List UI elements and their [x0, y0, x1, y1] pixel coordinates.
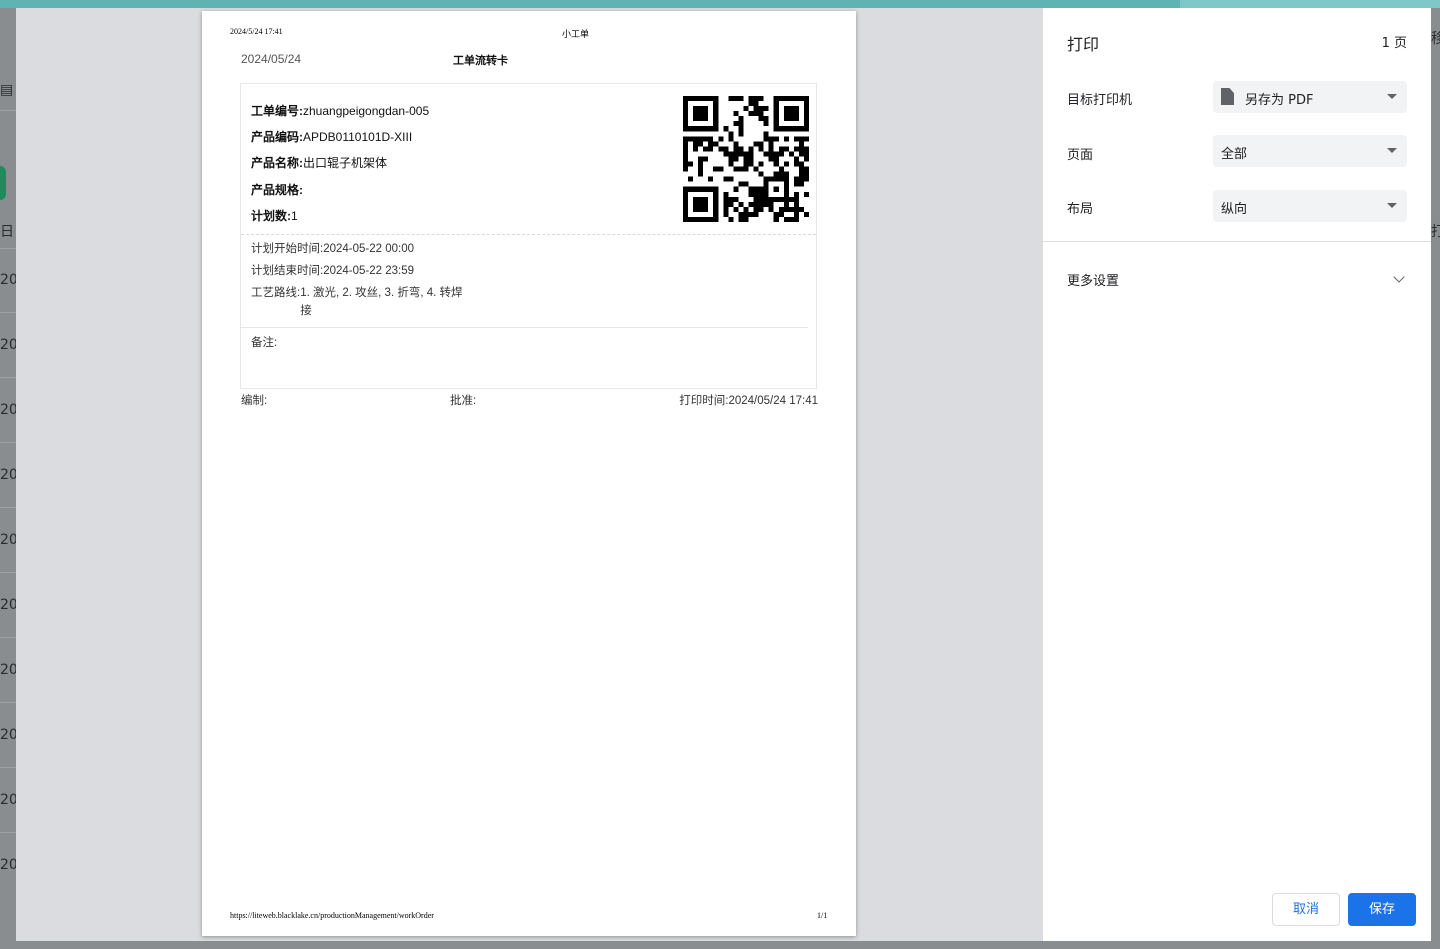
field-label: 计划开始时间:: [251, 243, 324, 255]
background-text: 打: [1431, 224, 1440, 240]
background-text: 移: [1431, 31, 1440, 47]
qr-code: [683, 96, 809, 222]
divider: [241, 327, 808, 328]
background-app-header-accent: [1180, 0, 1440, 8]
background-divider: [0, 507, 16, 508]
dropdown-caret-icon: [1387, 148, 1397, 153]
page-header-datetime: 2024/5/24 17:41: [230, 27, 283, 36]
plan-start-time: 计划开始时间:2024-05-22 00:00: [251, 240, 414, 256]
dropdown-caret-icon: [1387, 203, 1397, 208]
print-preview-area[interactable]: 2024/5/24 17:41 小工单 2024/05/24 工单流转卡 工单编…: [16, 8, 1043, 941]
layout-label: 布局: [1067, 202, 1094, 217]
page-header-title: 小工单: [562, 29, 590, 39]
background-text: 20: [0, 272, 16, 288]
field-value: 1: [291, 209, 298, 223]
background-divider: [0, 442, 16, 443]
work-order-card: 工单编号:zhuangpeigongdan-005 产品编码:APDB01101…: [240, 83, 817, 389]
background-text: 20: [0, 597, 16, 613]
background-divider: [0, 248, 16, 249]
chevron-down-icon[interactable]: [1393, 271, 1405, 283]
pages-label: 页面: [1067, 148, 1094, 163]
field-label: 打印时间:: [679, 395, 729, 407]
field-label: 计划结束时间:: [251, 265, 324, 277]
background-app-right-edge: 移 打: [1431, 8, 1440, 941]
approved-by-label: 批准:: [450, 395, 477, 407]
background-text: 20: [0, 337, 16, 353]
field-value: 2024/05/24 17:41: [728, 395, 818, 407]
background-text: 20: [0, 467, 16, 483]
background-text: 20: [0, 662, 16, 678]
background-divider: [0, 377, 16, 378]
field-value: 出口辊子机架体: [303, 156, 388, 170]
background-divider: [0, 767, 16, 768]
destination-value: 另存为 PDF: [1245, 93, 1314, 108]
more-settings-toggle[interactable]: 更多设置: [1067, 270, 1119, 289]
dropdown-caret-icon: [1387, 94, 1397, 99]
background-text: 20: [0, 532, 16, 548]
process-route: 工艺路线: 1. 激光, 2. 攻丝, 3. 折弯, 4. 转焊接: [251, 284, 491, 320]
field-value: zhuangpeigongdan-005: [303, 104, 430, 118]
plan-end-time: 计划结束时间:2024-05-22 23:59: [251, 262, 414, 278]
background-app-bottom-edge: [0, 941, 1440, 949]
background-divider: [0, 572, 16, 573]
save-button[interactable]: 保存: [1348, 893, 1416, 926]
work-order-number: 工单编号:zhuangpeigongdan-005: [251, 102, 429, 119]
field-label: 工艺路线:: [251, 287, 301, 299]
field-value: APDB0110101D-XIII: [303, 130, 413, 144]
field-value: 1. 激光, 2. 攻丝, 3. 折弯, 4. 转焊接: [300, 287, 463, 317]
page-count: 1 页: [1381, 36, 1407, 51]
background-text: 20: [0, 402, 16, 418]
field-value: 2024-05-22 23:59: [323, 265, 415, 277]
background-divider: [0, 832, 16, 833]
dashed-divider: [241, 234, 816, 235]
background-menu-icon: ▤: [0, 82, 14, 98]
field-label: 产品规格:: [251, 183, 303, 197]
background-text: 日: [0, 224, 14, 240]
background-text: 20: [0, 792, 16, 808]
product-name: 产品名称:出口辊子机架体: [251, 154, 387, 171]
background-divider: [0, 110, 16, 111]
dialog-title: 打印: [1067, 35, 1100, 54]
background-green-tab: [0, 166, 6, 200]
remark-label: 备注:: [251, 337, 278, 349]
background-divider: [0, 637, 16, 638]
background-text: 20: [0, 857, 16, 873]
background-divider: [0, 312, 16, 313]
page-footer-number: 1/1: [817, 911, 828, 920]
card-title: 工单流转卡: [453, 55, 508, 67]
panel-divider: [1043, 241, 1431, 242]
compiled-by-label: 编制:: [241, 395, 268, 407]
planned-quantity: 计划数:1: [251, 207, 298, 224]
background-divider: [0, 702, 16, 703]
background-app-left-edge: ▤ 日 20 20 20 20 20 20 20 20 20 20: [0, 8, 16, 949]
field-value: 2024-05-22 00:00: [323, 243, 415, 255]
pages-value: 全部: [1221, 147, 1248, 162]
print-dialog: 2024/5/24 17:41 小工单 2024/05/24 工单流转卡 工单编…: [16, 8, 1431, 941]
pages-select[interactable]: 全部: [1213, 135, 1407, 167]
field-label: 工单编号:: [251, 104, 303, 118]
layout-select[interactable]: 纵向: [1213, 190, 1407, 222]
background-text: 20: [0, 727, 16, 743]
product-spec: 产品规格:: [251, 181, 303, 198]
field-label: 计划数:: [251, 209, 291, 223]
print-settings-panel: 打印 1 页 目标打印机 另存为 PDF 页面 全部 布局 纵向 更多设置 取消…: [1043, 8, 1431, 941]
field-label: 产品编码:: [251, 130, 303, 144]
product-code: 产品编码:APDB0110101D-XIII: [251, 128, 412, 145]
page-footer-url: https://liteweb.blacklake.cn/productionM…: [230, 911, 434, 920]
card-date: 2024/05/24: [241, 52, 302, 66]
cancel-button[interactable]: 取消: [1272, 893, 1340, 926]
layout-value: 纵向: [1221, 202, 1248, 217]
preview-page: 2024/5/24 17:41 小工单 2024/05/24 工单流转卡 工单编…: [202, 11, 856, 936]
destination-select[interactable]: 另存为 PDF: [1213, 81, 1407, 113]
file-icon: [1221, 88, 1234, 105]
destination-label: 目标打印机: [1067, 93, 1133, 108]
print-time: 打印时间:2024/05/24 17:41: [679, 392, 818, 408]
field-label: 产品名称:: [251, 156, 303, 170]
